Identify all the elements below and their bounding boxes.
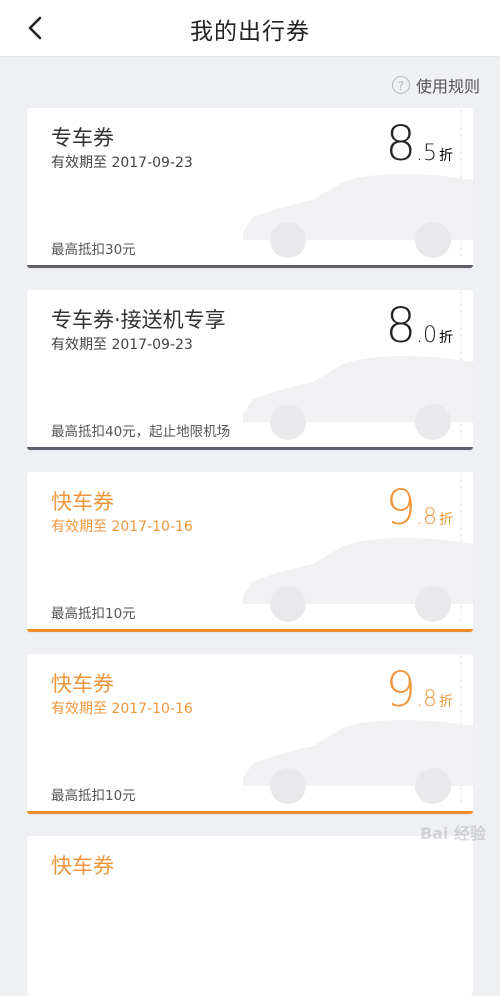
coupon-validity: 有效期至 2017-10-16 (51, 519, 193, 535)
coupon-validity: 有效期至 2017-09-23 (51, 155, 193, 171)
card-accent-bar (27, 447, 473, 450)
coupon-limit: 最高抵扣10元 (51, 788, 136, 804)
perforation (459, 654, 463, 804)
coupon-discount: 8 .5 折 (385, 116, 453, 182)
coupon-name: 专车券 (51, 126, 114, 150)
coupon-name: 专车券·接送机专享 (51, 308, 226, 332)
perforation (459, 290, 463, 440)
coupon-card[interactable]: 专车券 有效期至 2017-09-23 8 .5 折 最高抵扣30元 (27, 108, 473, 268)
coupon-limit: 最高抵扣10元 (51, 606, 136, 622)
card-accent-bar (27, 811, 473, 814)
watermark: Bai 经验 (419, 824, 486, 843)
coupon-card[interactable]: 专车券·接送机专享 有效期至 2017-09-23 8 .0 折 最高抵扣40元… (27, 290, 473, 450)
usage-rules-label: 使用规则 (415, 77, 480, 96)
question-icon: ? (391, 76, 410, 94)
coupon-name: 快车券 (51, 672, 114, 696)
coupon-name: 快车券 (51, 490, 114, 514)
coupon-card[interactable]: 快车券 (27, 836, 473, 996)
page-title: 我的出行券 (190, 19, 310, 45)
coupon-discount: 8 .0 折 (385, 298, 453, 364)
discount-unit: 折 (439, 330, 453, 346)
discount-decimal: .8 (416, 505, 437, 530)
perforation (459, 108, 463, 258)
discount-unit: 折 (439, 694, 453, 710)
coupon-validity: 有效期至 2017-10-16 (51, 701, 193, 717)
perforation (459, 472, 463, 622)
card-accent-bar (27, 265, 473, 268)
coupon-discount: 9 .8 折 (385, 480, 453, 546)
usage-rules-link[interactable]: ? 使用规则 (391, 72, 480, 98)
discount-unit: 折 (439, 512, 453, 528)
discount-decimal: .5 (416, 141, 437, 166)
discount-decimal: .8 (416, 687, 437, 712)
coupon-card[interactable]: 快车券 有效期至 2017-10-16 9 .8 折 最高抵扣10元 (27, 472, 473, 632)
discount-integer: 8 (385, 116, 416, 172)
discount-integer: 9 (385, 662, 416, 718)
coupon-limit: 最高抵扣40元，起止地限机场 (51, 424, 231, 440)
coupon-limit: 最高抵扣30元 (51, 242, 136, 258)
discount-decimal: .0 (416, 323, 437, 348)
discount-unit: 折 (439, 148, 453, 164)
discount-integer: 9 (385, 480, 416, 536)
card-accent-bar (27, 629, 473, 632)
coupon-card[interactable]: 快车券 有效期至 2017-10-16 9 .8 折 最高抵扣10元 (27, 654, 473, 814)
header-bar: 我的出行券 (0, 0, 500, 57)
discount-integer: 8 (385, 298, 416, 354)
coupon-validity: 有效期至 2017-09-23 (51, 337, 193, 353)
coupon-discount: 9 .8 折 (385, 662, 453, 728)
coupon-name: 快车券 (51, 854, 114, 878)
